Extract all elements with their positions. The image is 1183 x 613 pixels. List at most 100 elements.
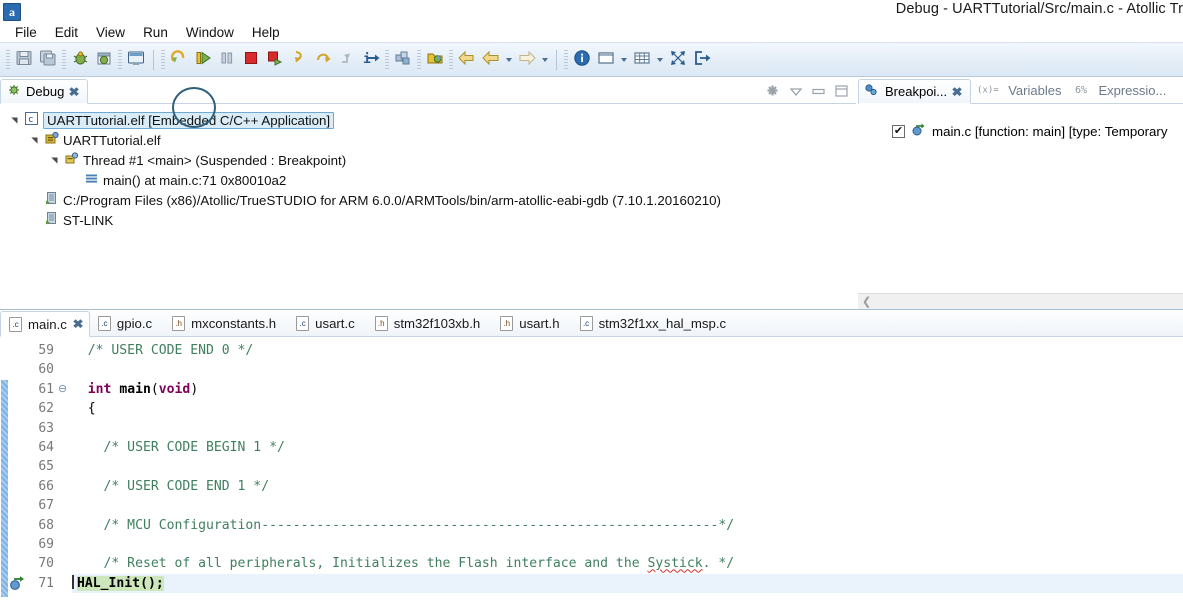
code-line[interactable]: HAL_Init(); — [72, 574, 1183, 593]
close-icon[interactable]: ✖ — [952, 85, 963, 99]
editor-tab-main-c[interactable]: .cmain.c✖ — [0, 311, 90, 337]
debug-tree-row[interactable]: ◢UARTTutorial.elf — [8, 130, 856, 150]
toolbar-grip[interactable] — [564, 50, 568, 70]
editor-tab-usart-c[interactable]: .cusart.c — [288, 310, 367, 336]
breakpoint-checkbox[interactable]: ✔ — [892, 125, 905, 138]
debug-tree-row[interactable]: ◢cUARTTutorial.elf [Embedded C/C++ Appli… — [8, 110, 856, 130]
save-button[interactable] — [12, 48, 36, 72]
new-launch-config-button[interactable] — [92, 48, 116, 72]
save-all-button[interactable] — [36, 48, 60, 72]
breakpoints-horizontal-scrollbar[interactable]: ❮ — [858, 293, 1183, 309]
toolbar-grip[interactable] — [417, 50, 421, 70]
code-line[interactable] — [72, 419, 1183, 438]
code-line[interactable]: { — [72, 399, 1183, 418]
code-line[interactable] — [72, 457, 1183, 476]
debug-button[interactable] — [68, 48, 92, 72]
code-text[interactable]: /* USER CODE END 0 */ int main(void) { /… — [72, 337, 1183, 597]
debug-tree-row[interactable]: C:/Program Files (x86)/Atollic/TrueSTUDI… — [8, 190, 856, 210]
disconnect-button[interactable] — [263, 48, 287, 72]
debug-tree[interactable]: ◢cUARTTutorial.elf [Embedded C/C++ Appli… — [0, 104, 856, 309]
breakpoints-list[interactable]: ✔main.c [function: main] [type: Temporar… — [858, 104, 1183, 293]
toolbar-grip[interactable] — [62, 50, 66, 70]
step-over-button[interactable] — [311, 48, 335, 72]
chevron-down-icon[interactable] — [618, 48, 630, 72]
code-line[interactable] — [72, 360, 1183, 379]
back-history-button[interactable] — [455, 48, 479, 72]
step-into-button[interactable] — [287, 48, 311, 72]
view-menu-icon[interactable] — [765, 83, 780, 101]
breakpoint-row[interactable]: ✔main.c [function: main] [type: Temporar… — [858, 122, 1183, 140]
debug-tree-row[interactable]: main() at main.c:71 0x80010a2 — [8, 170, 856, 190]
suspend-button[interactable] — [215, 48, 239, 72]
debug-tree-row[interactable]: ST-LINK — [8, 210, 856, 230]
code-line[interactable]: /* Reset of all peripherals, Initializes… — [72, 554, 1183, 573]
step-return-button[interactable] — [335, 48, 359, 72]
process-icon — [44, 131, 59, 149]
tab-variables[interactable]: (x)=Variables — [971, 78, 1069, 103]
terminate-button[interactable] — [239, 48, 263, 72]
code-line[interactable]: /* MCU Configuration--------------------… — [72, 516, 1183, 535]
maximize-icon[interactable] — [835, 85, 848, 100]
menu-item-view[interactable]: View — [87, 24, 134, 41]
editor-area: .cmain.c✖.cgpio.c.hmxconstants.h.cusart.… — [0, 309, 1183, 597]
toolbar-grip[interactable] — [161, 50, 165, 70]
code-line[interactable]: int main(void) — [72, 380, 1183, 399]
export-button[interactable] — [690, 48, 714, 72]
code-token: HAL_Init(); — [77, 576, 164, 591]
build-button[interactable] — [391, 48, 415, 72]
menu-item-run[interactable]: Run — [134, 24, 177, 41]
fold-collapse-icon[interactable]: ⊖ — [58, 380, 72, 399]
menu-item-file[interactable]: File — [6, 24, 46, 41]
editor-tab-mxconstants-h[interactable]: .hmxconstants.h — [164, 310, 288, 336]
chevron-down-icon[interactable] — [539, 48, 551, 72]
back-arrow-yellow-icon — [458, 49, 476, 70]
code-line[interactable] — [72, 535, 1183, 554]
expand-twisty-icon[interactable]: ◢ — [30, 134, 39, 146]
debug-tree-row[interactable]: ◢Thread #1 <main> (Suspended : Breakpoin… — [8, 150, 856, 170]
menu-item-window[interactable]: Window — [177, 24, 243, 41]
minimize-icon[interactable] — [812, 85, 825, 100]
view-menu-chevron-icon[interactable] — [790, 85, 802, 100]
fullscreen-button[interactable] — [666, 48, 690, 72]
expand-twisty-icon[interactable]: ◢ — [10, 114, 19, 126]
previous-annotation-button[interactable] — [479, 48, 503, 72]
chevron-down-icon[interactable] — [654, 48, 666, 72]
restart-button[interactable] — [167, 48, 191, 72]
close-icon[interactable]: ✖ — [72, 317, 83, 331]
variables-icon: (x)= — [977, 83, 1003, 98]
tab-debug[interactable]: Debug ✖ — [0, 79, 88, 104]
toolbar-grip[interactable] — [118, 50, 122, 70]
tab-breakpoi[interactable]: Breakpoi...✖ — [858, 79, 971, 104]
code-line[interactable] — [72, 496, 1183, 515]
code-editor[interactable]: 59606162636465666768697071 ⊖ /* USER COD… — [0, 337, 1183, 597]
toolbar-grip[interactable] — [385, 50, 389, 70]
folding-gutter[interactable]: ⊖ — [58, 337, 72, 597]
open-resource-button[interactable] — [423, 48, 447, 72]
info-button[interactable] — [570, 48, 594, 72]
code-line[interactable]: /* USER CODE BEGIN 1 */ — [72, 438, 1183, 457]
console-button[interactable] — [124, 48, 148, 72]
editor-tab-gpio-c[interactable]: .cgpio.c — [90, 310, 164, 336]
toolbar-grip[interactable] — [6, 50, 10, 70]
restart-icon — [170, 49, 188, 70]
code-line[interactable]: /* USER CODE END 0 */ — [72, 341, 1183, 360]
new-window-button[interactable] — [594, 48, 618, 72]
expand-twisty-icon[interactable]: ◢ — [50, 154, 59, 166]
chevron-down-icon[interactable] — [503, 48, 515, 72]
menu-item-edit[interactable]: Edit — [46, 24, 87, 41]
marker-gutter[interactable] — [8, 337, 28, 597]
grid-view-button[interactable] — [630, 48, 654, 72]
scroll-left-icon[interactable]: ❮ — [862, 295, 871, 308]
next-annotation-button[interactable] — [515, 48, 539, 72]
close-icon[interactable]: ✖ — [69, 85, 80, 99]
breakpoint-arrow-icon[interactable] — [9, 575, 26, 594]
resume-button[interactable] — [191, 48, 215, 72]
menu-item-help[interactable]: Help — [243, 24, 289, 41]
editor-tab-usart-h[interactable]: .husart.h — [492, 310, 571, 336]
editor-tab-stm32f103xb-h[interactable]: .hstm32f103xb.h — [367, 310, 493, 336]
tab-expressio[interactable]: 6%Expressio... — [1069, 78, 1174, 103]
instruction-stepping-button[interactable]: i — [359, 48, 383, 72]
toolbar-grip[interactable] — [449, 50, 453, 70]
editor-tab-stm32f1xx_hal_msp-c[interactable]: .cstm32f1xx_hal_msp.c — [572, 310, 739, 336]
code-line[interactable]: /* USER CODE END 1 */ — [72, 477, 1183, 496]
